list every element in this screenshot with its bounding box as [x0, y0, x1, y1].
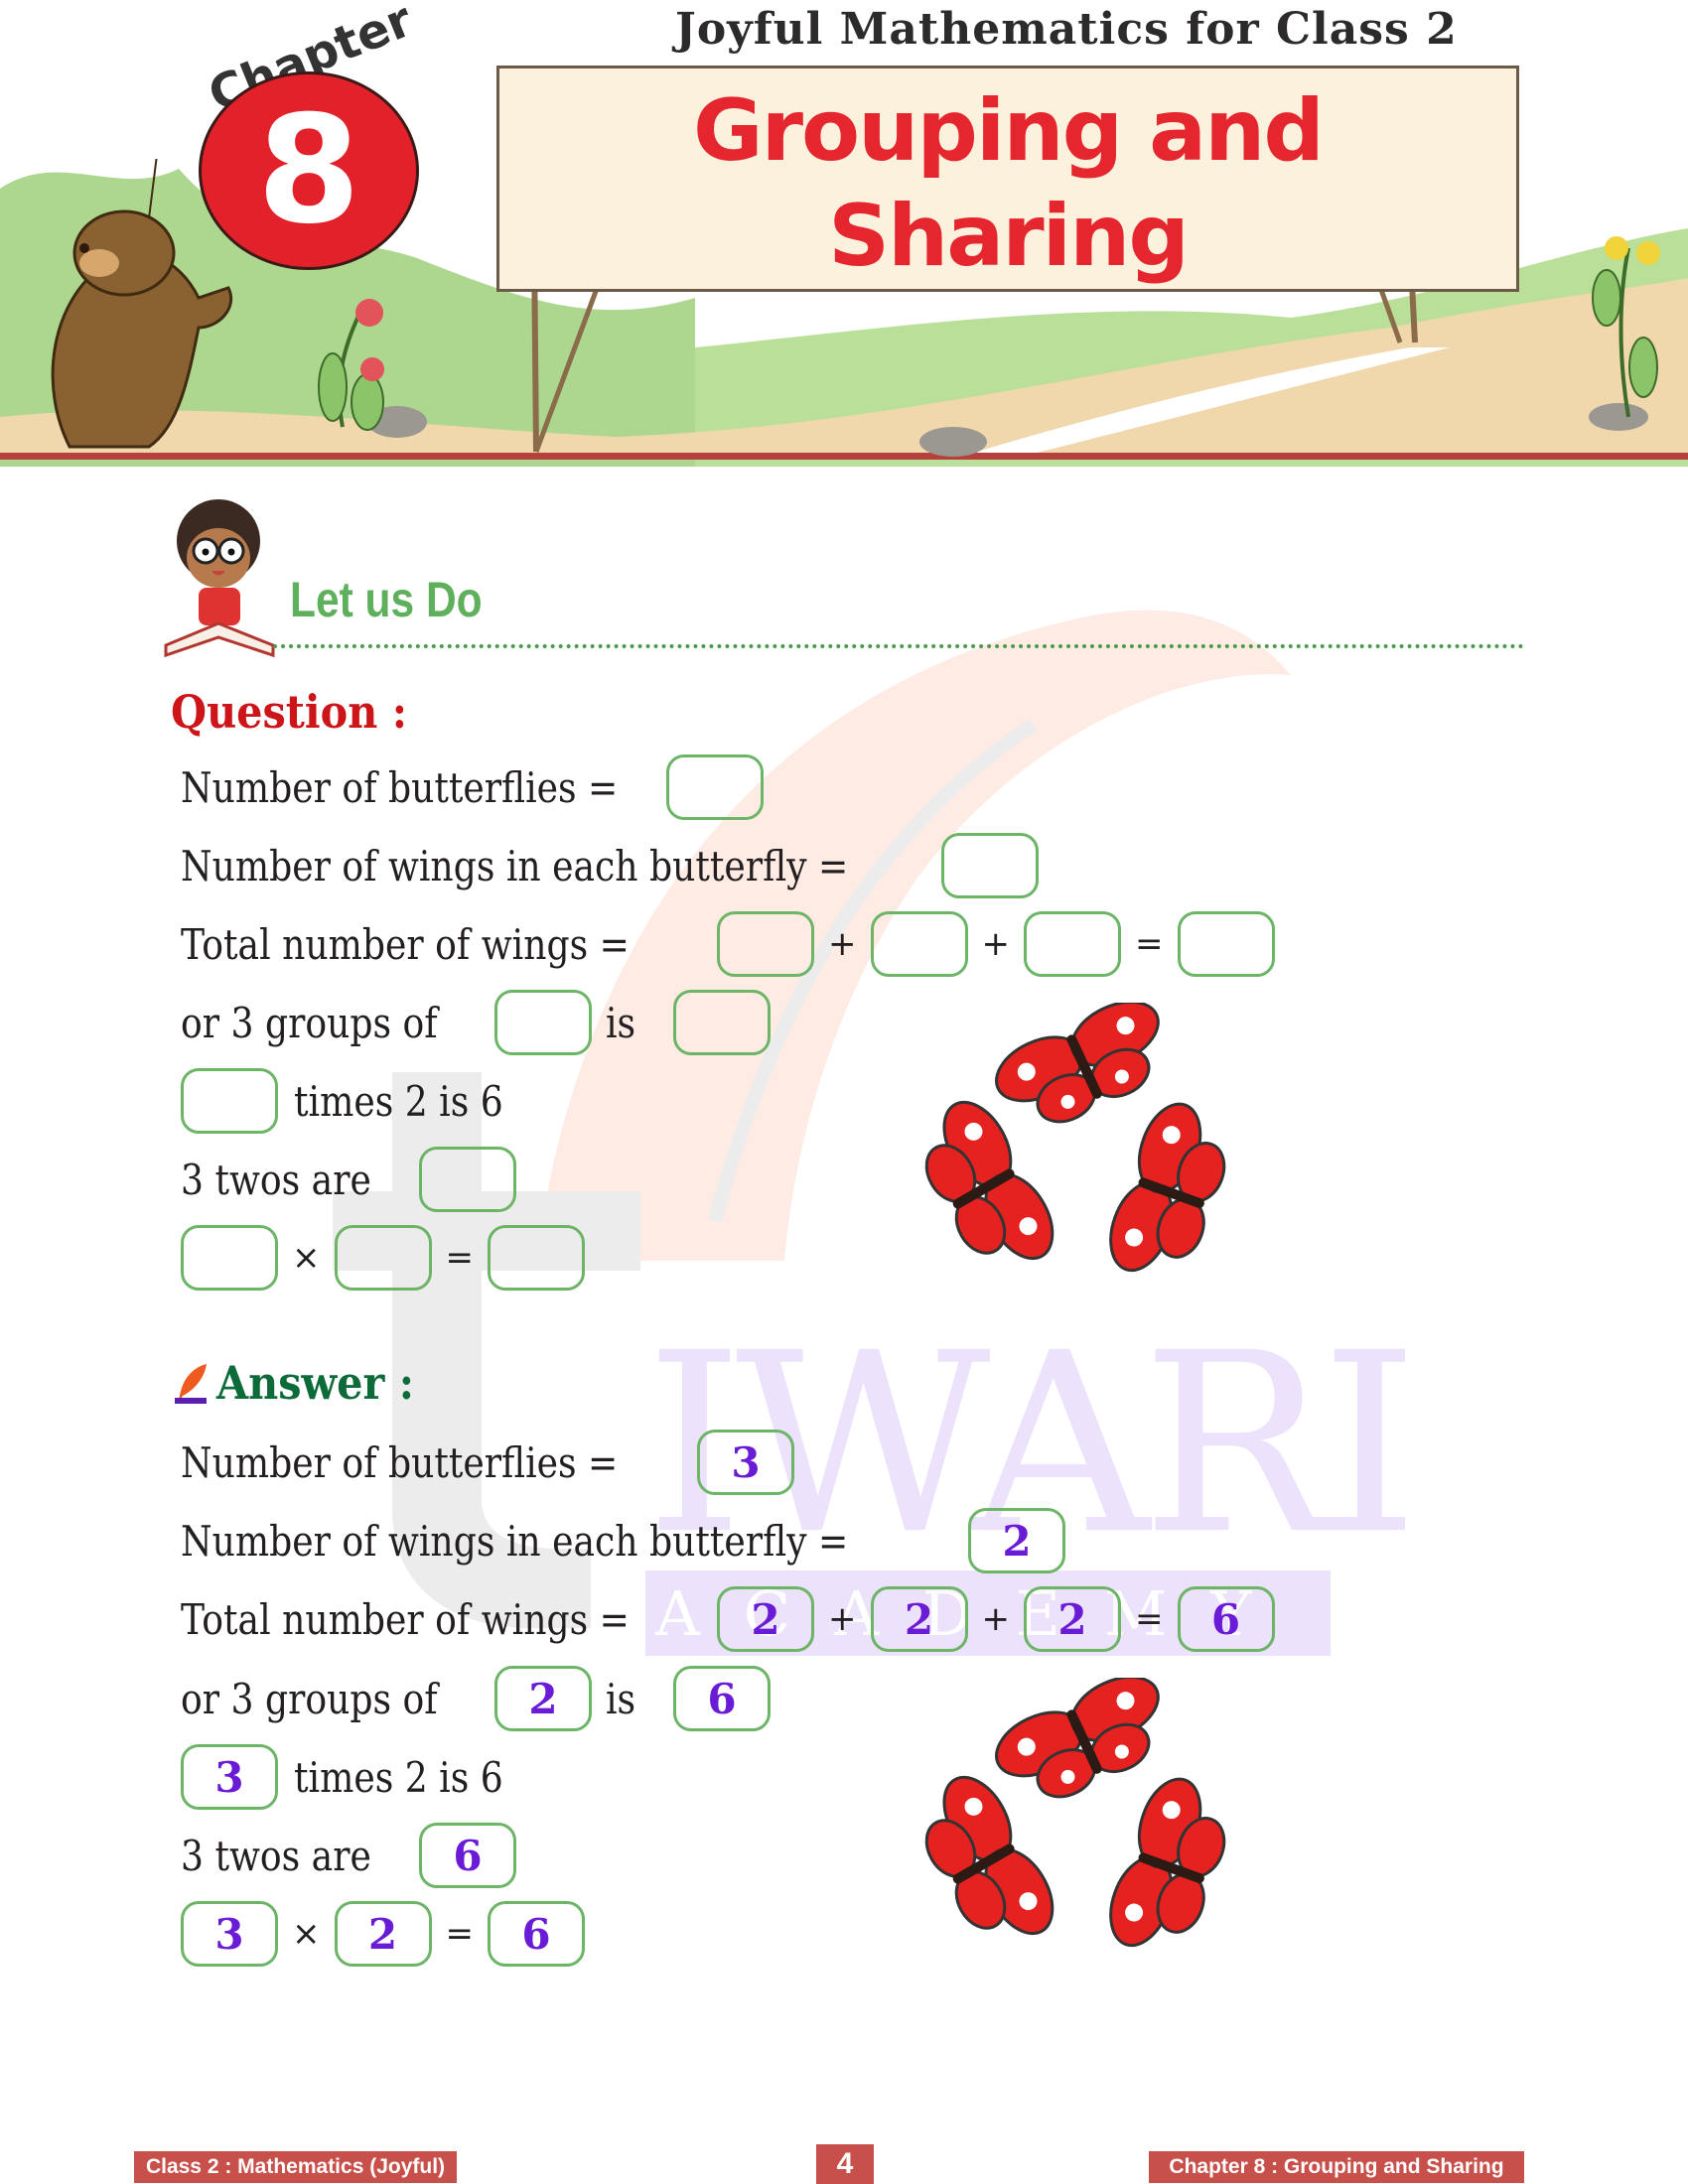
answer-box[interactable] — [1177, 911, 1275, 977]
butterfly-icon — [924, 1100, 1055, 1261]
page-number: 4 — [816, 2144, 874, 2184]
answer-box[interactable] — [673, 990, 771, 1055]
row-label: times 2 is 6 — [294, 1752, 503, 1802]
answer-value-box: 3 — [181, 1744, 278, 1810]
answer-box[interactable] — [870, 911, 968, 977]
answer-box[interactable] — [488, 1225, 585, 1291]
question-row-times: times 2 is 6 — [181, 1066, 537, 1136]
answer-value-box: 3 — [697, 1430, 794, 1495]
plus-sign: + — [828, 924, 857, 964]
answer-row-total-wings: Total number of wings = 2 + 2 + 2 = 6 — [181, 1584, 1275, 1654]
butterfly-icon — [1109, 1777, 1226, 1948]
row-label: Total number of wings = — [181, 919, 630, 969]
answer-value-box: 3 — [181, 1901, 278, 1967]
answer-row-times: 3 times 2 is 6 — [181, 1742, 537, 1812]
answer-box[interactable] — [419, 1147, 516, 1212]
question-row-total-wings: Total number of wings = + + = — [181, 909, 1275, 979]
chapter-title-line-2: Sharing — [828, 187, 1190, 286]
answer-row-multiplication: 3 × 2 = 6 — [181, 1899, 585, 1969]
footer-book-label: Class 2 : Mathematics (Joyful) — [134, 2151, 457, 2183]
chapter-number-badge: 8 — [199, 71, 419, 270]
answer-box[interactable] — [717, 911, 814, 977]
row-label: Number of butterflies = — [181, 1437, 619, 1487]
butterfly-icon — [924, 1775, 1055, 1936]
footer-chapter-label: Chapter 8 : Grouping and Sharing — [1149, 2151, 1524, 2183]
section-divider — [273, 644, 1524, 648]
answer-box[interactable] — [1024, 911, 1121, 977]
row-label: Number of wings in each butterfly = — [181, 841, 849, 890]
answer-heading: Answer : — [216, 1356, 415, 1410]
answer-row-groups: or 3 groups of 2 is 6 — [181, 1664, 771, 1733]
answer-value-box: 6 — [488, 1901, 585, 1967]
question-row-twos: 3 twos are — [181, 1145, 516, 1214]
answer-row-butterflies: Number of butterflies = 3 — [181, 1428, 794, 1497]
question-row-multiplication: × = — [181, 1223, 585, 1293]
answer-value-box: 6 — [1177, 1586, 1275, 1652]
row-label: is — [606, 1674, 636, 1723]
answer-value-box: 6 — [673, 1666, 771, 1731]
question-row-groups: or 3 groups of is — [181, 988, 771, 1057]
equals-sign: = — [1135, 1599, 1164, 1639]
plus-sign: + — [828, 1599, 857, 1639]
question-row-wings-each: Number of wings in each butterfly = — [181, 831, 1039, 900]
answer-row-twos: 3 twos are 6 — [181, 1821, 516, 1890]
plus-sign: + — [981, 1599, 1011, 1639]
answer-value-box: 2 — [334, 1901, 432, 1967]
chapter-title-sign: Grouping and Sharing — [496, 66, 1519, 292]
row-label: Number of wings in each butterfly = — [181, 1516, 849, 1566]
chapter-number: 8 — [256, 84, 361, 257]
equals-sign: = — [445, 1914, 475, 1954]
row-label: 3 twos are — [181, 1155, 371, 1204]
tiwari-logo-icon — [175, 1364, 207, 1404]
answer-value-box: 2 — [717, 1586, 814, 1652]
row-label: times 2 is 6 — [294, 1076, 503, 1126]
row-label: is — [606, 998, 636, 1047]
equals-sign: = — [1135, 924, 1164, 964]
row-label: Number of butterflies = — [181, 762, 619, 812]
answer-box[interactable] — [181, 1225, 278, 1291]
answer-box[interactable] — [941, 833, 1039, 898]
chapter-banner: Chapter 8 Joyful Mathematics for Class 2… — [0, 0, 1688, 467]
butterflies-illustration — [924, 1678, 1226, 1948]
series-title: Joyful Mathematics for Class 2 — [675, 4, 1458, 55]
answer-value-box: 2 — [870, 1586, 968, 1652]
row-label: Total number of wings = — [181, 1594, 630, 1644]
row-label: 3 twos are — [181, 1831, 371, 1880]
row-label: or 3 groups of — [181, 1674, 438, 1723]
multiply-sign: × — [292, 1238, 321, 1278]
answer-value-box: 2 — [968, 1508, 1065, 1573]
answer-box[interactable] — [334, 1225, 432, 1291]
reading-boy-icon — [164, 499, 275, 658]
multiply-sign: × — [292, 1914, 321, 1954]
answer-box[interactable] — [666, 754, 764, 820]
answer-value-box: 2 — [1024, 1586, 1121, 1652]
chapter-title-line-1: Grouping and — [693, 81, 1325, 181]
butterflies-illustration — [924, 1003, 1226, 1273]
question-row-butterflies: Number of butterflies = — [181, 752, 764, 822]
question-heading: Question : — [171, 685, 408, 739]
answer-value-box: 6 — [419, 1823, 516, 1888]
answer-box[interactable] — [494, 990, 592, 1055]
plus-sign: + — [981, 924, 1011, 964]
answer-row-wings-each: Number of wings in each butterfly = 2 — [181, 1506, 1065, 1575]
equals-sign: = — [445, 1238, 475, 1278]
butterfly-icon — [1109, 1102, 1226, 1273]
answer-box[interactable] — [181, 1068, 278, 1134]
section-heading: Let us Do — [290, 572, 483, 627]
answer-value-box: 2 — [494, 1666, 592, 1731]
row-label: or 3 groups of — [181, 998, 438, 1047]
